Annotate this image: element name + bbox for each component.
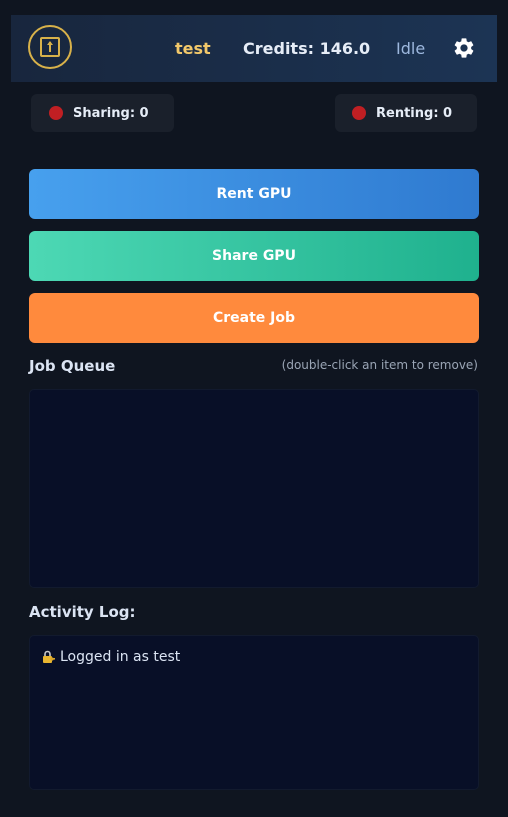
status-label: Idle [396,39,426,58]
log-entry-text: Logged in as test [60,649,181,665]
gear-icon[interactable] [452,36,476,60]
job-queue-list[interactable] [29,389,479,588]
lock-key-icon [43,650,55,663]
renting-count-label: Renting: 0 [376,105,453,121]
job-queue-hint: (double-click an item to remove) [281,358,478,372]
job-queue-title: Job Queue [29,357,116,375]
renting-status: Renting: 0 [335,94,477,132]
create-job-button[interactable]: Create Job [29,293,479,343]
activity-log[interactable]: Logged in as test [29,635,479,790]
rent-gpu-button[interactable]: Rent GPU [29,169,479,219]
chip-glyph [40,37,60,57]
sharing-count-label: Sharing: 0 [73,105,149,121]
app-header: test Credits: 146.0 Idle [11,15,497,82]
sharing-indicator-dot [49,106,63,120]
sharing-status: Sharing: 0 [31,94,174,132]
credits-label: Credits: 146.0 [243,39,371,58]
share-gpu-button[interactable]: Share GPU [29,231,479,281]
gpu-chip-icon [28,25,72,69]
username-label: test [175,39,211,58]
activity-log-title: Activity Log: [29,603,136,621]
log-entry: Logged in as test [42,649,180,665]
renting-indicator-dot [352,106,366,120]
